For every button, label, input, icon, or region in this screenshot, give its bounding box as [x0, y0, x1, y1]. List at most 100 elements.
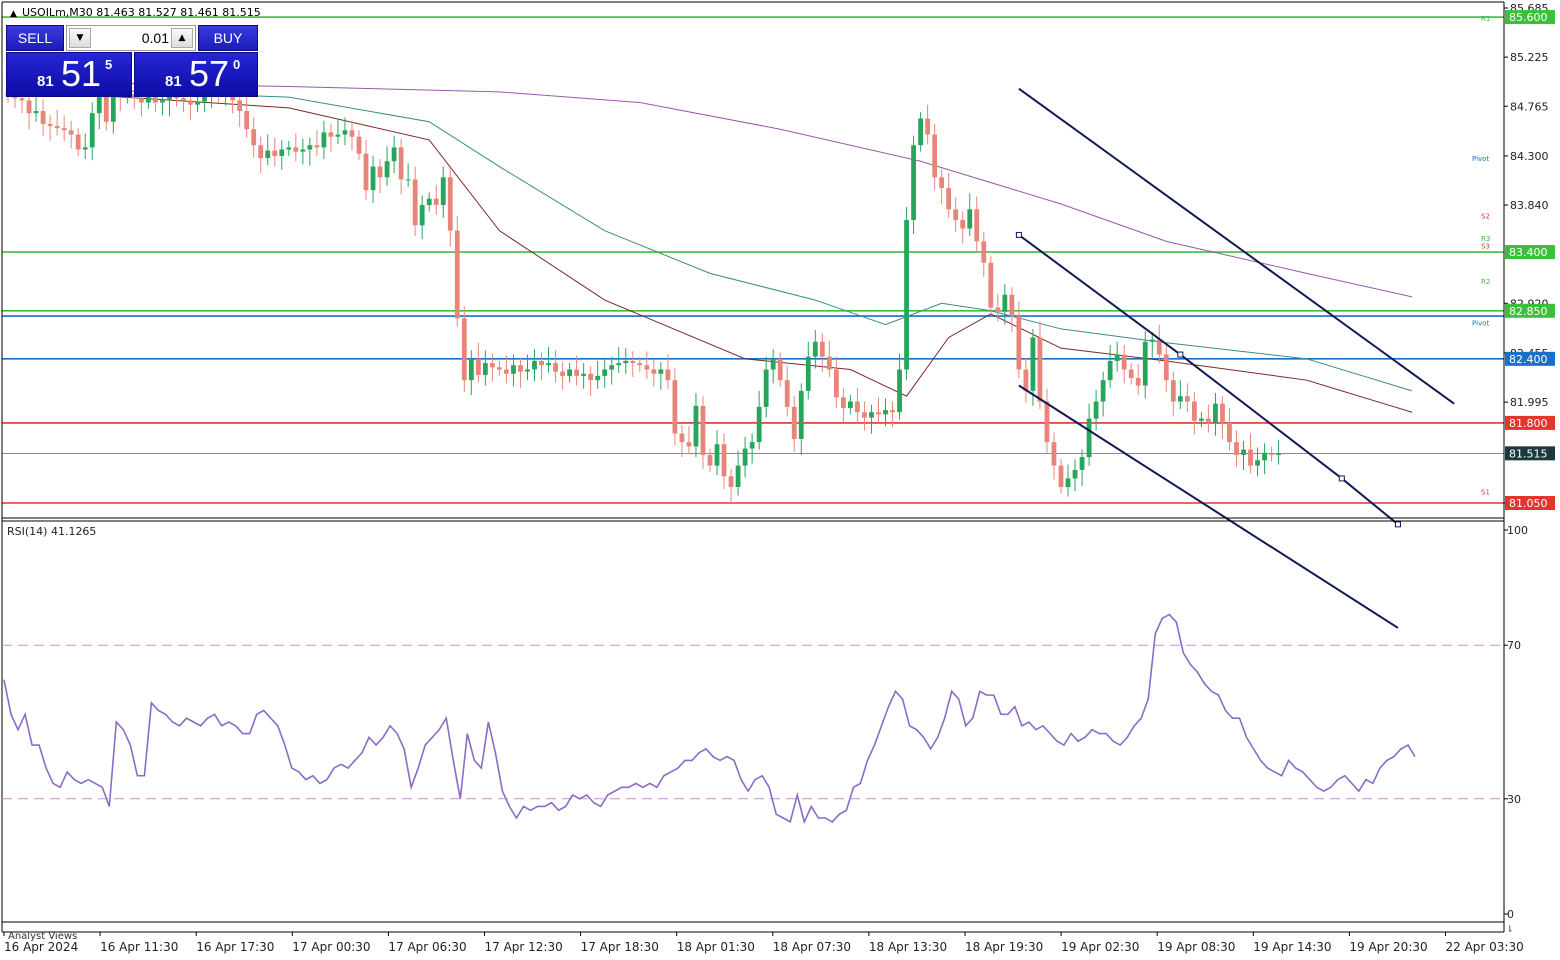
bull-candle — [1093, 401, 1099, 419]
ask-price-button[interactable]: 81 57 0 — [134, 52, 258, 97]
bull-candle — [1262, 452, 1267, 461]
bid-price-point: 5 — [105, 57, 113, 72]
bear-candle — [19, 98, 25, 101]
bull-candle — [286, 147, 292, 150]
bear-candle — [1227, 422, 1232, 443]
bear-candle — [539, 360, 544, 366]
bear-candle — [553, 363, 558, 372]
bear-candle — [876, 412, 881, 415]
bull-candle — [419, 205, 425, 226]
bull-candle — [735, 465, 741, 487]
bear-candle — [630, 360, 636, 364]
price-tick-label: 84.765 — [1510, 100, 1549, 113]
bull-candle — [805, 356, 811, 391]
bear-candle — [981, 241, 987, 263]
time-tick-label: 18 Apr 13:30 — [869, 940, 947, 954]
bull-candle — [391, 147, 397, 162]
bull-candle — [82, 147, 88, 150]
bull-candle — [33, 111, 39, 114]
bull-candle — [426, 198, 432, 206]
lot-decrease-icon[interactable]: ▼ — [69, 28, 91, 48]
rsi-tick-label: 0 — [1507, 908, 1514, 921]
scroll-arrow-icon[interactable]: ⇂ — [1506, 925, 1514, 935]
price-tick-label: 84.300 — [1510, 150, 1549, 163]
bull-candle — [1114, 354, 1120, 361]
bull-candle — [742, 448, 748, 466]
bear-candle — [1037, 337, 1043, 402]
bear-candle — [560, 371, 565, 376]
bull-candle — [658, 369, 664, 374]
bull-candle — [342, 130, 348, 135]
bear-candle — [153, 96, 158, 103]
time-tick-label: 19 Apr 02:30 — [1061, 940, 1139, 954]
bull-candle — [609, 365, 615, 370]
bear-candle — [707, 454, 713, 466]
bull-candle — [1199, 418, 1204, 421]
bull-candle — [567, 369, 572, 376]
bear-candle — [258, 145, 264, 159]
bull-candle — [749, 442, 755, 449]
bull-candle — [307, 145, 313, 150]
bid-price-button[interactable]: 81 51 5 — [6, 52, 132, 97]
time-tick-label: 19 Apr 08:30 — [1157, 940, 1235, 954]
bear-candle — [1220, 403, 1225, 423]
bear-candle — [363, 153, 369, 191]
bear-candle — [61, 128, 67, 131]
chart-canvas[interactable]: R1PivotS2R3S3R2PivotS1 ▲ USOILm,M30 81.4… — [0, 0, 1560, 960]
current-price-label: 81.515 — [1509, 447, 1548, 460]
bear-candle — [68, 130, 74, 135]
ask-price-point: 0 — [233, 57, 241, 72]
buy-button[interactable]: BUY — [198, 25, 258, 51]
bull-candle — [1149, 339, 1155, 342]
bear-candle — [181, 98, 186, 101]
bull-candle — [693, 405, 699, 447]
bear-candle — [637, 363, 643, 366]
bear-candle — [890, 410, 895, 413]
bear-candle — [1044, 401, 1050, 443]
time-tick-label: 18 Apr 01:30 — [677, 940, 755, 954]
level-label: 82.400 — [1509, 353, 1548, 366]
bear-candle — [293, 147, 299, 152]
bear-candle — [728, 476, 734, 487]
pivot-mark-label: Pivot — [1472, 320, 1489, 328]
bull-candle — [195, 101, 200, 105]
bear-candle — [40, 111, 46, 124]
bear-candle — [974, 209, 980, 242]
rsi-tick-label: 30 — [1507, 793, 1521, 806]
bull-candle — [1107, 360, 1113, 381]
bull-candle — [1079, 457, 1085, 470]
sell-button[interactable]: SELL — [6, 25, 64, 51]
pivot-mark-label: S2 — [1481, 213, 1490, 221]
lot-size-field[interactable]: ▼ 0.01 ▲ — [66, 25, 196, 51]
bull-candle — [1072, 469, 1078, 479]
bull-candle — [384, 161, 390, 178]
lot-increase-icon[interactable]: ▲ — [171, 28, 193, 48]
rsi-tick-label: 70 — [1507, 639, 1521, 652]
time-tick-label: 22 Apr 03:30 — [1446, 940, 1524, 954]
bull-candle — [300, 149, 306, 152]
bear-candle — [75, 134, 81, 150]
bear-candle — [939, 177, 945, 188]
bull-candle — [1213, 403, 1218, 423]
bull-candle — [482, 363, 488, 375]
level-label: 81.050 — [1509, 497, 1548, 510]
bear-candle — [244, 111, 250, 130]
bear-candle — [960, 219, 966, 229]
pivot-mark-label: S1 — [1481, 488, 1490, 496]
bull-candle — [546, 363, 551, 366]
channel-anchor-point — [1177, 351, 1184, 358]
bull-candle — [321, 132, 327, 148]
bear-candle — [932, 134, 938, 178]
bear-candle — [1051, 442, 1057, 466]
bear-candle — [454, 230, 460, 319]
lot-size-value[interactable]: 0.01 — [93, 30, 169, 46]
bear-candle — [791, 406, 797, 439]
bear-candle — [1170, 380, 1176, 402]
time-tick-label: 17 Apr 00:30 — [292, 940, 370, 954]
level-label: 82.850 — [1509, 305, 1548, 318]
bull-candle — [265, 150, 271, 159]
bear-candle — [47, 123, 53, 127]
bull-candle — [581, 373, 587, 376]
bear-candle — [54, 126, 60, 129]
collapse-icon[interactable]: ▲ — [10, 9, 17, 19]
